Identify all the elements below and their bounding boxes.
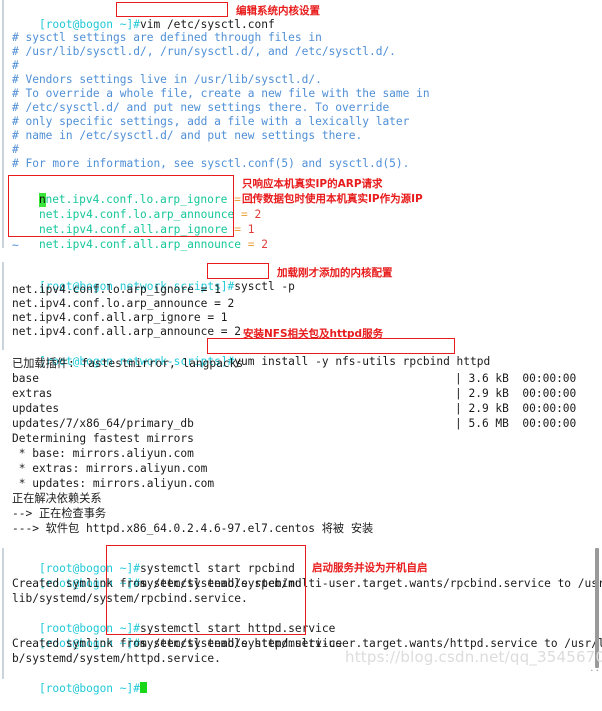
- vim-comment-line: # only specific settings, add a file wit…: [12, 115, 410, 128]
- vim-comment-line: # Vendors settings live in /usr/lib/sysc…: [12, 73, 322, 86]
- vim-comment-line: # sysctl settings are defined through fi…: [12, 31, 322, 44]
- config-value: 2: [261, 237, 269, 251]
- vim-comment-line: # For more information, see sysctl.conf(…: [12, 157, 410, 170]
- annotation-arp-ignore: 只响应本机真实IP的ARP请求: [242, 178, 383, 190]
- repo-size: 2.9 kB: [468, 387, 509, 400]
- repo-time: 00:00:00: [522, 387, 577, 400]
- repo-row-name: base: [12, 372, 39, 385]
- repo-time: 00:00:00: [522, 417, 577, 430]
- repo-row-meta: | 2.9 kB 00:00:00: [455, 387, 577, 400]
- systemctl-output-line: lib/systemd/system/rpcbind.service.: [12, 592, 248, 605]
- yum-output-line: * updates: mirrors.aliyun.com: [12, 477, 215, 490]
- yum-output-line: * base: mirrors.aliyun.com: [12, 447, 194, 460]
- vim-pane-gutter: [2, 0, 4, 248]
- shell-prompt: [root@bogon ~]#: [38, 17, 140, 31]
- terminal-screenshot: [root@bogon ~]#vim /etc/sysctl.conf 编辑系统…: [0, 0, 602, 695]
- shell-pane-gutter-b: [2, 548, 4, 679]
- repo-size: 3.6 kB: [468, 372, 509, 385]
- repo-row-meta: | 3.6 kB 00:00:00: [455, 372, 577, 385]
- watermark: https://blog.csdn.net/qq_35456705: [345, 648, 602, 666]
- annotation-start-and-enable-services: 启动服务并设为开机自启: [312, 562, 428, 574]
- vim-comment-line: #: [12, 59, 19, 72]
- vim-config-line: net.ipv4.conf.all.arp_announce = 2: [12, 223, 268, 267]
- shell-pane-gutter-a: [2, 262, 4, 350]
- annotation-edit-kernel-settings: 编辑系统内核设置: [236, 5, 320, 17]
- yum-output-line: * extras: mirrors.aliyun.com: [12, 462, 208, 475]
- sysctl-output-line: net.ipv4.conf.lo.arp_ignore = 1: [12, 283, 221, 296]
- vim-comment-line: #: [12, 143, 19, 156]
- sysctl-output-line: net.ipv4.conf.all.arp_ignore = 1: [12, 311, 228, 324]
- vim-comment-line: # To override a whole file, create a new…: [12, 87, 430, 100]
- final-prompt-line: [root@bogon ~]#: [12, 667, 147, 711]
- systemctl-output-line: Created symlink from /etc/systemd/system…: [12, 577, 602, 590]
- repo-size: 2.9 kB: [468, 402, 509, 415]
- yum-plugins-line: 已加载插件: fastestmirror, langpacks: [12, 357, 244, 370]
- vim-empty-line-marker: ~: [12, 239, 19, 252]
- vim-comment-line: # /usr/lib/sysctl.d/, /run/sysctl.d/, an…: [12, 45, 396, 58]
- sysctl-command-text[interactable]: sysctl -p: [234, 280, 295, 293]
- config-value: 2: [254, 207, 262, 221]
- repo-row-name: updates: [12, 402, 60, 415]
- sysctl-output-line: net.ipv4.conf.lo.arp_announce = 2: [12, 297, 235, 310]
- yum-output-line: 正在解决依赖关系: [12, 492, 102, 505]
- repo-row-name: extras: [12, 387, 53, 400]
- systemctl-output-line: b/systemd/system/httpd.service.: [12, 652, 221, 665]
- config-key: net.ipv4.conf.all.arp_announce: [38, 237, 242, 251]
- vim-comment-line: # name in /etc/sysctl.d/ and put new set…: [12, 129, 363, 142]
- annotation-load-kernel-config: 加载刚才添加的内核配置: [277, 267, 393, 279]
- vim-command-text[interactable]: vim /etc/sysctl.conf: [140, 18, 275, 31]
- annotation-arp-announce: 回传数据包时使用本机真实IP作为源IP: [242, 193, 423, 205]
- yum-output-line: Determining fastest mirrors: [12, 432, 194, 445]
- sysctl-output-line: net.ipv4.conf.all.arp_announce = 2: [12, 325, 242, 338]
- vim-comment-line: # /etc/sysctl.d/ and put new settings th…: [12, 101, 390, 114]
- shell-prompt: [root@bogon ~]#: [38, 681, 140, 695]
- yum-output-line: --> 正在检查事务: [12, 507, 107, 520]
- terminal-cursor: [140, 681, 147, 693]
- config-operator: =: [247, 237, 255, 251]
- yum-output-line: ---> 软件包 httpd.x86_64.0.2.4.6-97.el7.cen…: [12, 522, 374, 535]
- repo-row-meta: | 2.9 kB 00:00:00: [455, 402, 577, 415]
- repo-size: 5.6 MB: [468, 417, 509, 430]
- repo-time: 00:00:00: [522, 372, 577, 385]
- repo-time: 00:00:00: [522, 402, 577, 415]
- repo-row-meta: | 5.6 MB 00:00:00: [455, 417, 577, 430]
- yum-command-text[interactable]: yum install -y nfs-utils rpcbind httpd: [234, 355, 490, 368]
- repo-row-name: updates/7/x86_64/primary_db: [12, 417, 194, 430]
